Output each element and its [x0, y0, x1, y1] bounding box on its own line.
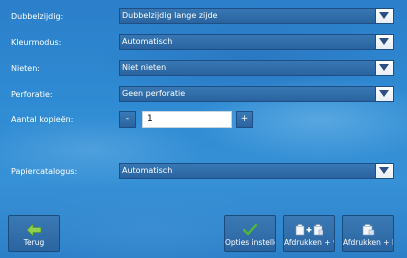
staple-label: Nieten:	[11, 64, 40, 73]
color-mode-label: Kleurmodus:	[11, 38, 62, 47]
color-mode-select[interactable]: Automatisch	[119, 34, 394, 50]
copies-increment-button[interactable]: +	[236, 111, 253, 128]
chevron-down-icon[interactable]	[375, 87, 393, 101]
color-mode-value: Automatisch	[122, 37, 173, 46]
chevron-down-icon[interactable]	[375, 35, 393, 49]
staple-select[interactable]: Niet nieten	[119, 60, 394, 76]
punch-select[interactable]: Geen perforatie	[119, 86, 394, 102]
print-and-keep-button-label: Afdrukken + v...	[284, 238, 334, 247]
paper-catalog-value: Automatisch	[122, 166, 173, 175]
copies-input[interactable]: 1	[142, 111, 232, 128]
copies-label: Aantal kopieën:	[11, 115, 74, 124]
chevron-down-icon[interactable]	[375, 164, 393, 178]
chevron-down-icon[interactable]	[375, 61, 393, 75]
print-and-delete-button-label: Afdrukken + b...	[343, 238, 393, 247]
print-and-delete-button[interactable]: Afdrukken + b...	[342, 215, 394, 252]
punch-label: Perforatie:	[11, 90, 53, 99]
punch-value: Geen perforatie	[122, 89, 186, 98]
set-options-button-label: Opties instellen	[225, 238, 275, 247]
duplex-select[interactable]: Dubbelzijdig lange zijde	[119, 8, 394, 24]
paper-catalog-select[interactable]: Automatisch	[119, 163, 394, 179]
back-button[interactable]: Terug	[8, 215, 60, 252]
paper-catalog-label: Papiercatalogus:	[11, 167, 78, 176]
chevron-down-icon[interactable]	[375, 9, 393, 23]
duplex-value: Dubbelzijdig lange zijde	[122, 11, 218, 20]
back-button-label: Terug	[23, 238, 45, 247]
copies-decrement-button[interactable]: -	[119, 111, 136, 128]
set-options-button[interactable]: Opties instellen	[224, 215, 276, 252]
staple-value: Niet nieten	[122, 63, 167, 72]
print-and-keep-button[interactable]: Afdrukken + v...	[283, 215, 335, 252]
duplex-label: Dubbelzijdig:	[11, 12, 64, 21]
